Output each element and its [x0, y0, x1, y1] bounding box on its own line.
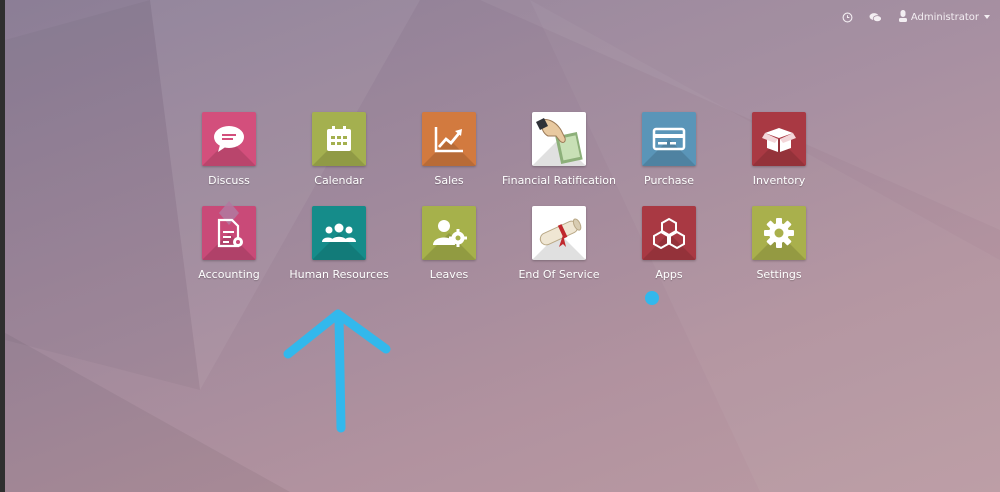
chat-icon[interactable] [865, 6, 887, 28]
app-end-of-service[interactable]: End Of Service [504, 206, 614, 300]
hand-money-icon [532, 112, 586, 166]
app-label: Discuss [208, 174, 250, 187]
user-gear-icon [422, 206, 476, 260]
app-label: Accounting [198, 268, 260, 281]
user-name: Administrator [910, 11, 979, 23]
app-label: End Of Service [518, 268, 600, 281]
app-calendar[interactable]: Calendar [284, 112, 394, 206]
app-label: Financial Ratification [502, 174, 616, 187]
app-leaves[interactable]: Leaves [394, 206, 504, 300]
app-label: Apps [655, 268, 683, 281]
clock-icon[interactable] [837, 6, 859, 28]
app-purchase[interactable]: Purchase [614, 112, 724, 206]
app-financial-ratification[interactable]: Financial Ratification [502, 112, 616, 206]
calendar-icon [312, 112, 366, 166]
chat-bubble-icon [202, 112, 256, 166]
credit-card-icon [642, 112, 696, 166]
cubes-icon [642, 206, 696, 260]
app-accounting[interactable]: Accounting [174, 206, 284, 300]
chevron-down-icon [984, 15, 990, 19]
app-label: Inventory [752, 174, 806, 187]
app-inventory[interactable]: Inventory [724, 112, 834, 206]
app-human-resources[interactable]: Human Resources [284, 206, 394, 300]
home-screen: Administrator Discuss Calendar Sales Fin… [0, 0, 1000, 492]
people-group-icon [312, 206, 366, 260]
app-label: Human Resources [289, 268, 389, 281]
box-icon [752, 112, 806, 166]
chart-trend-icon [422, 112, 476, 166]
app-label: Leaves [429, 268, 469, 281]
app-label: Calendar [314, 174, 364, 187]
app-sales[interactable]: Sales [394, 112, 504, 206]
document-gear-icon [202, 206, 256, 260]
diploma-scroll-icon [532, 206, 586, 260]
app-apps[interactable]: Apps [614, 206, 724, 300]
user-icon [898, 9, 907, 25]
app-discuss[interactable]: Discuss [174, 112, 284, 206]
app-label: Purchase [644, 174, 694, 187]
arrow-up-icon [283, 309, 391, 433]
window-left-edge [0, 0, 5, 492]
user-menu[interactable]: Administrator [898, 9, 990, 25]
app-settings[interactable]: Settings [724, 206, 834, 300]
apps-grid: Discuss Calendar Sales Financial Ratific… [174, 112, 834, 300]
app-label: Sales [434, 174, 464, 187]
app-label: Settings [756, 268, 802, 281]
top-navbar: Administrator [831, 0, 1000, 34]
gear-icon [752, 206, 806, 260]
